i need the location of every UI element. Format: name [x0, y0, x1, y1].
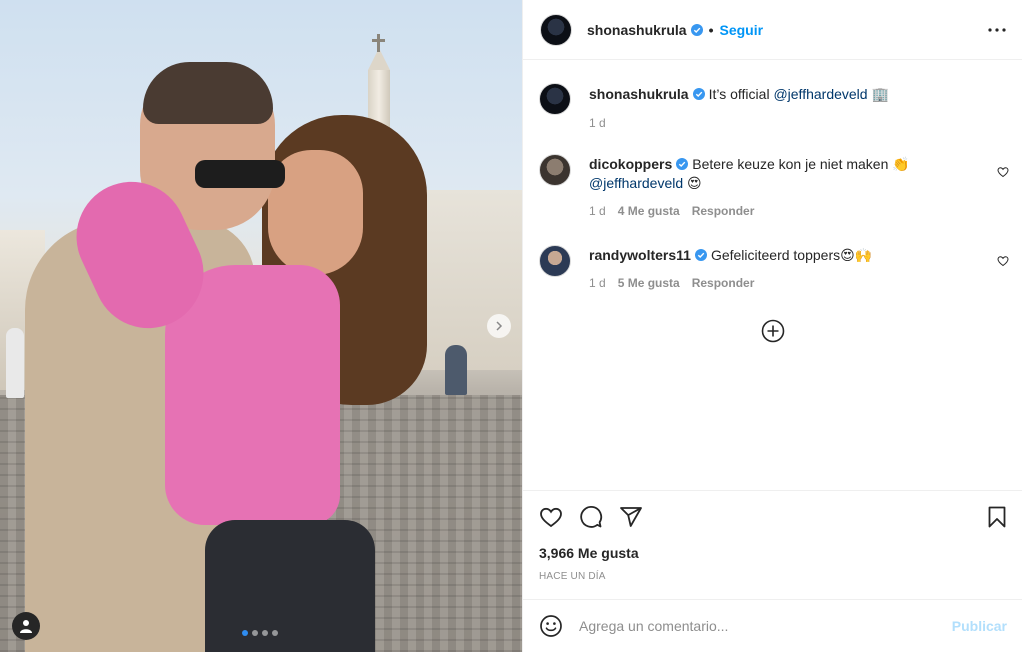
comment-meta: 1 d 5 Me gusta Responder	[589, 276, 989, 290]
photo-sunglasses	[195, 160, 285, 188]
commenter-avatar[interactable]	[539, 245, 571, 277]
carousel-next-button[interactable]	[487, 314, 511, 338]
caption-text: shonashukrula It’s official @jeffhardevel…	[589, 85, 989, 104]
post-header: shonashukrula • Seguir	[523, 0, 1022, 60]
verified-badge-icon	[692, 88, 705, 100]
instagram-post-modal: shonashukrula • Seguir shonashukrula It’…	[0, 0, 1022, 652]
more-options-button[interactable]	[985, 18, 1009, 42]
paper-plane-icon	[620, 507, 642, 527]
caption-body: shonashukrula It’s official @jeffhardevel…	[589, 83, 989, 130]
comment-item: randywolters11 Gefeliciteerd toppers😍🙌 1 …	[539, 245, 989, 290]
comment-likes[interactable]: 5 Me gusta	[618, 276, 680, 290]
caption-emoji: 🏢	[871, 86, 889, 102]
photo-cross-bar	[372, 39, 385, 42]
publish-button[interactable]: Publicar	[952, 618, 1007, 634]
photo-passerby-left	[6, 328, 24, 398]
more-horizontal-icon	[988, 28, 1006, 32]
comment-bubble-icon	[580, 506, 603, 528]
photo-building-right	[415, 190, 522, 370]
add-comment-bar: Publicar	[523, 599, 1022, 652]
photo-cross	[377, 34, 380, 52]
photo-passerby	[445, 345, 467, 395]
caption-mention[interactable]: @jeffhardeveld	[773, 86, 867, 102]
comment-message: Gefeliciteerd toppers😍🙌	[710, 247, 873, 263]
carousel-dot	[252, 630, 258, 636]
comment-like-heart-icon[interactable]	[997, 255, 1009, 267]
post-details-panel: shonashukrula • Seguir shonashukrula It’…	[522, 0, 1022, 652]
comment-emoji: 😍	[687, 175, 702, 191]
bookmark-icon	[988, 506, 1006, 528]
commenter-avatar[interactable]	[539, 154, 571, 186]
smiley-face-icon	[540, 615, 562, 637]
save-button[interactable]	[985, 505, 1009, 529]
carousel-dot	[242, 630, 248, 636]
carousel-dot	[272, 630, 278, 636]
header-separator: •	[708, 21, 714, 38]
action-icons	[539, 505, 643, 529]
comment-text: randywolters11 Gefeliciteerd toppers😍🙌	[589, 246, 989, 265]
comment-username[interactable]: randywolters11	[589, 247, 691, 263]
comment-button[interactable]	[579, 505, 603, 529]
comment-input[interactable]	[579, 618, 929, 634]
load-more-comments-plus-icon[interactable]	[761, 319, 785, 343]
comment-time[interactable]: 1 d	[589, 204, 606, 218]
share-button[interactable]	[619, 505, 643, 529]
tagged-accounts-button[interactable]	[12, 612, 40, 640]
comment-message: Betere keuze kon je niet maken 👏	[692, 156, 910, 172]
comment-mention[interactable]: @jeffhardeveld	[589, 175, 683, 191]
photo-woman-pants	[205, 520, 375, 652]
comment-item: dicokoppers Betere keuze kon je niet make…	[539, 154, 989, 218]
like-button[interactable]	[539, 505, 563, 529]
verified-badge-icon	[676, 158, 689, 170]
comments-section: shonashukrula It’s official @jeffhardevel…	[523, 61, 1022, 489]
verified-badge-icon	[694, 249, 707, 261]
comment-body: dicokoppers Betere keuze kon je niet make…	[589, 154, 989, 218]
follow-button[interactable]: Seguir	[720, 22, 764, 38]
caption-time[interactable]: 1 d	[589, 116, 606, 130]
comment-text: dicokoppers Betere keuze kon je niet make…	[589, 155, 989, 193]
heart-icon	[540, 507, 562, 528]
author-avatar[interactable]	[539, 83, 571, 115]
post-photo[interactable]	[0, 0, 522, 652]
likes-count[interactable]: 3,966 Me gusta	[539, 545, 639, 561]
emoji-picker-button[interactable]	[539, 614, 563, 638]
author-username[interactable]: shonashukrula	[587, 22, 687, 38]
comment-body: randywolters11 Gefeliciteerd toppers😍🙌 1 …	[589, 245, 989, 290]
reply-button[interactable]: Responder	[692, 204, 755, 218]
caption-message: It’s official	[708, 86, 774, 102]
caption-row: shonashukrula It’s official @jeffhardevel…	[539, 83, 989, 130]
post-actions: 3,966 Me gusta HACE UN DÍA	[523, 490, 1022, 582]
caption-meta: 1 d	[589, 116, 989, 130]
caption-username[interactable]: shonashukrula	[589, 86, 689, 102]
reply-button[interactable]: Responder	[692, 276, 755, 290]
comment-like-heart-icon[interactable]	[997, 166, 1009, 178]
comment-time[interactable]: 1 d	[589, 276, 606, 290]
comment-likes[interactable]: 4 Me gusta	[618, 204, 680, 218]
chevron-right-icon	[496, 321, 503, 331]
photo-man-hair	[143, 62, 273, 124]
comment-meta: 1 d 4 Me gusta Responder	[589, 204, 989, 218]
comment-username[interactable]: dicokoppers	[589, 156, 672, 172]
user-tag-icon	[20, 620, 32, 633]
post-timestamp[interactable]: HACE UN DÍA	[539, 571, 606, 582]
verified-badge-icon	[690, 23, 703, 36]
carousel-dot	[262, 630, 268, 636]
carousel-indicator	[242, 630, 278, 636]
author-avatar[interactable]	[540, 13, 572, 46]
